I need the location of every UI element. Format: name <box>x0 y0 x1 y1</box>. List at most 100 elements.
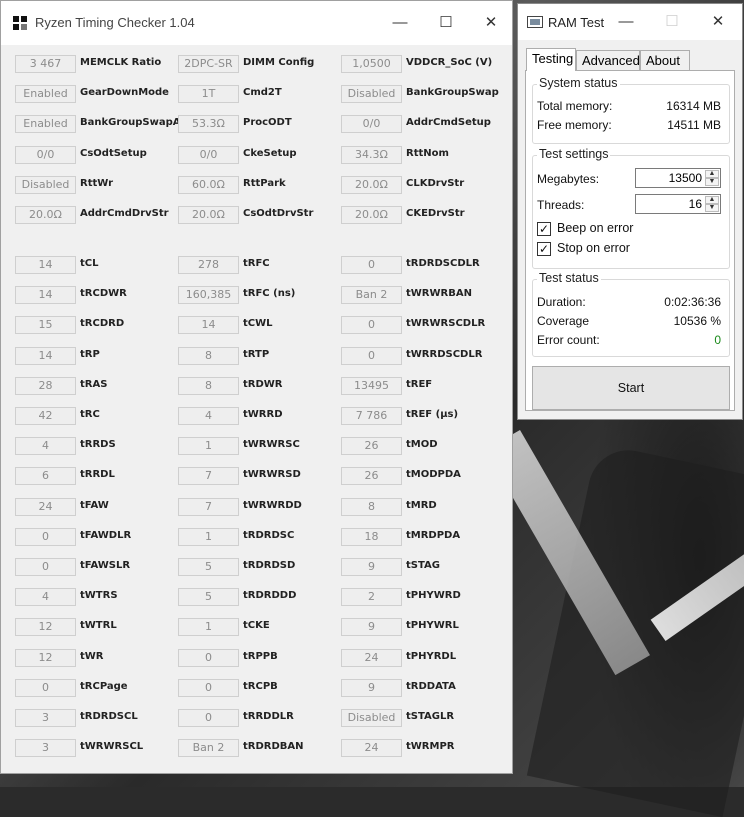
start-button[interactable]: Start <box>532 366 730 410</box>
minimize-button[interactable]: — <box>377 9 423 37</box>
tab-advanced[interactable]: Advanced <box>576 50 640 70</box>
close-button[interactable]: ✕ <box>698 8 738 36</box>
timing-label: tPHYWRL <box>406 620 459 632</box>
timing-label: tRCPB <box>243 680 278 692</box>
timing-value-field[interactable]: 14 <box>15 256 76 274</box>
megabytes-label: Megabytes: <box>537 172 600 186</box>
timing-value-field[interactable]: 20.0Ω <box>341 206 402 224</box>
stop-on-error-checkbox[interactable]: ✓ <box>537 242 551 256</box>
timing-value-field[interactable]: 0/0 <box>341 115 402 134</box>
timing-value-field[interactable]: 4 <box>15 588 76 607</box>
timing-value-field[interactable]: 26 <box>341 437 402 456</box>
timing-value-field[interactable]: 0 <box>178 648 239 667</box>
timing-value-field[interactable]: 160,385 <box>178 286 239 305</box>
timing-value-field[interactable]: 14 <box>15 286 76 305</box>
timing-value-field[interactable]: Ban 2 <box>341 286 402 305</box>
spin-up-icon[interactable]: ▲ <box>705 170 719 178</box>
timing-value-field[interactable]: 13495 <box>341 376 402 395</box>
timing-value-field[interactable]: Enabled <box>15 115 76 134</box>
timing-value-field[interactable]: 8 <box>341 497 402 516</box>
timing-value-field[interactable]: 0 <box>178 709 239 727</box>
timing-value-field[interactable]: Disabled <box>341 85 402 104</box>
timing-value-field[interactable]: 42 <box>15 407 76 425</box>
timing-value-field[interactable]: 4 <box>15 437 76 456</box>
timing-value-field[interactable]: 7 786 <box>341 407 402 425</box>
timing-value-field[interactable]: Disabled <box>341 709 402 727</box>
timing-value-field[interactable]: Disabled <box>15 175 76 194</box>
timing-value-field[interactable]: 20.0Ω <box>178 206 239 224</box>
megabytes-value[interactable]: 13500 <box>669 171 702 185</box>
timing-value-field[interactable]: 24 <box>15 497 76 516</box>
threads-value[interactable]: 16 <box>689 197 702 211</box>
timing-value-field[interactable]: 5 <box>178 588 239 607</box>
timing-value-field[interactable]: 20.0Ω <box>15 206 76 224</box>
timing-value-field[interactable]: 3 467 <box>15 55 76 73</box>
timing-label: tSTAGLR <box>406 711 455 722</box>
timing-value-field[interactable]: 1 <box>178 527 239 546</box>
timing-label: tRDWR <box>243 378 283 390</box>
tab-about[interactable]: About <box>640 50 690 70</box>
timing-label: CLKDrvStr <box>406 177 465 189</box>
timing-value-field[interactable]: 18 <box>341 527 402 546</box>
timing-value-field[interactable]: 12 <box>15 648 76 667</box>
tab-testing[interactable]: Testing <box>526 48 576 71</box>
timing-value-field[interactable]: 9 <box>341 558 402 576</box>
timing-label: ProcODT <box>243 117 292 129</box>
timing-value-field[interactable]: 9 <box>341 678 402 697</box>
timing-value-field[interactable]: 24 <box>341 648 402 667</box>
rtc-titlebar[interactable]: Ryzen Timing Checker 1.04 — ☐ ✕ <box>1 1 512 45</box>
threads-stepper[interactable]: 16 ▲ ▼ <box>635 194 721 214</box>
timing-value-field[interactable]: 0/0 <box>178 145 239 164</box>
timing-value-field[interactable]: 60.0Ω <box>178 175 239 194</box>
megabytes-stepper[interactable]: 13500 ▲ ▼ <box>635 168 721 188</box>
timing-value-field[interactable]: 14 <box>178 316 239 335</box>
timing-value-field[interactable]: 0 <box>15 527 76 546</box>
timing-value-field[interactable]: 12 <box>15 618 76 637</box>
timing-value-field[interactable]: 53.3Ω <box>178 115 239 134</box>
timing-value-field[interactable]: 34.3Ω <box>341 145 402 164</box>
timing-value-field[interactable]: 7 <box>178 497 239 516</box>
spin-down-icon[interactable]: ▼ <box>705 204 719 212</box>
timing-value-field[interactable]: 1 <box>178 618 239 637</box>
timing-value-field[interactable]: Ban 2 <box>178 739 239 758</box>
timing-value-field[interactable]: 5 <box>178 558 239 576</box>
ram-titlebar[interactable]: RAM Test — ☐ ✕ <box>518 4 742 40</box>
timing-value-field[interactable]: 1,0500 <box>341 55 402 73</box>
minimize-button[interactable]: — <box>606 8 646 36</box>
timing-value-field[interactable]: Enabled <box>15 85 76 104</box>
maximize-button[interactable]: ☐ <box>423 9 469 37</box>
timing-value-field[interactable]: 2DPC-SR <box>178 55 239 73</box>
timing-value-field[interactable]: 15 <box>15 316 76 335</box>
beep-on-error-label[interactable]: Beep on error <box>557 221 633 235</box>
timing-value-field[interactable]: 0 <box>341 346 402 365</box>
close-button[interactable]: ✕ <box>468 9 514 37</box>
timing-value-field[interactable]: 4 <box>178 407 239 425</box>
spin-down-icon[interactable]: ▼ <box>705 178 719 186</box>
timing-value-field[interactable]: 0 <box>15 558 76 576</box>
timing-value-field[interactable]: 3 <box>15 739 76 758</box>
timing-value-field[interactable]: 1 <box>178 437 239 456</box>
timing-value-field[interactable]: 3 <box>15 709 76 727</box>
stop-on-error-label[interactable]: Stop on error <box>557 241 630 255</box>
timing-value-field[interactable]: 26 <box>341 467 402 486</box>
timing-value-field[interactable]: 0 <box>178 678 239 697</box>
timing-value-field[interactable]: 6 <box>15 467 76 486</box>
timing-value-field[interactable]: 278 <box>178 256 239 274</box>
timing-value-field[interactable]: 1T <box>178 85 239 104</box>
timing-value-field[interactable]: 8 <box>178 346 239 365</box>
beep-on-error-checkbox[interactable]: ✓ <box>537 222 551 236</box>
timing-value-field[interactable]: 9 <box>341 618 402 637</box>
timing-value-field[interactable]: 0 <box>341 256 402 274</box>
timing-value-field[interactable]: 14 <box>15 346 76 365</box>
timing-value-field[interactable]: 0 <box>341 316 402 335</box>
timing-value-field[interactable]: 24 <box>341 739 402 758</box>
timing-value-field[interactable]: 8 <box>178 376 239 395</box>
timing-value-field[interactable]: 2 <box>341 588 402 607</box>
timing-value-field[interactable]: 0/0 <box>15 145 76 164</box>
timing-value-field[interactable]: 0 <box>15 678 76 697</box>
timing-value-field[interactable]: 28 <box>15 376 76 395</box>
timing-value-field[interactable]: 20.0Ω <box>341 175 402 194</box>
maximize-button[interactable]: ☐ <box>652 8 692 36</box>
timing-value-field[interactable]: 7 <box>178 467 239 486</box>
spin-up-icon[interactable]: ▲ <box>705 196 719 204</box>
